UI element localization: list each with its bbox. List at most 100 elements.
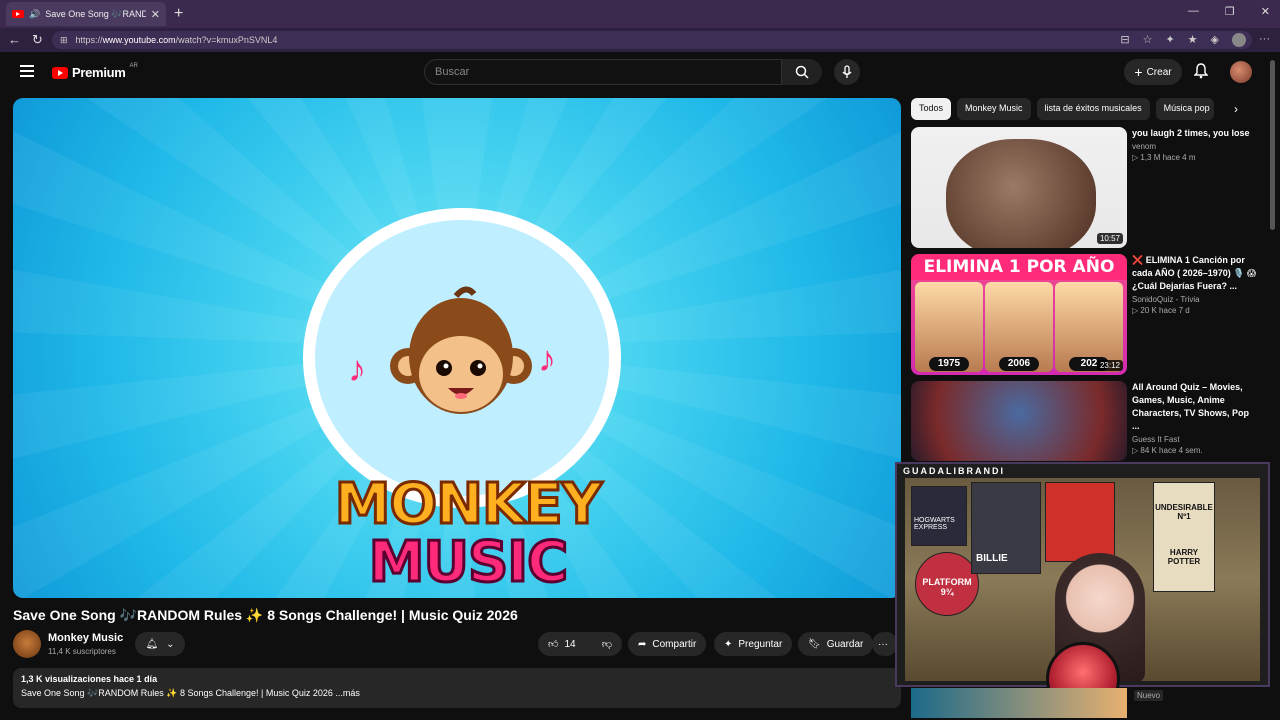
brand-line1: MONKEY xyxy=(333,472,603,537)
url-scheme: https:// xyxy=(75,35,103,45)
user-avatar[interactable] xyxy=(1230,61,1252,83)
reload-icon[interactable]: ↻ xyxy=(32,32,43,48)
new-badge: Nuevo xyxy=(1134,690,1164,701)
rec-meta-1[interactable]: you laugh 2 times, you lose venom ▷ 1,3 … xyxy=(1132,127,1257,162)
notifications-bell-icon[interactable] xyxy=(1193,63,1209,84)
minimize-icon[interactable]: — xyxy=(1188,5,1199,18)
rec-thumbnail-4-partial[interactable] xyxy=(911,688,1127,718)
monkey-music-wordmark: MONKEY MUSIC xyxy=(303,472,633,595)
filter-chips: Todos Monkey Music lista de éxitos music… xyxy=(911,98,1251,120)
save-label: Guardar xyxy=(826,638,864,650)
thumbnail-banner: ELIMINA 1 POR AÑO xyxy=(911,254,1127,280)
rec-thumbnail-1[interactable]: 10:57 xyxy=(911,127,1127,248)
favorites-icon[interactable]: ★ xyxy=(1188,33,1198,47)
ask-label: Preguntar xyxy=(738,638,783,650)
new-tab-icon[interactable]: + xyxy=(174,5,183,23)
browser-tab-active[interactable]: 🔊 Save One Song 🎶RANDOM Rules ✨ 8 Songs … xyxy=(6,2,166,26)
bell-icon: 🔔︎ xyxy=(145,638,159,650)
rec-meta-3[interactable]: All Around Quiz – Movies, Games, Music, … xyxy=(1132,381,1257,455)
like-count: 14 xyxy=(564,638,576,650)
save-button[interactable]: 🔖︎ Guardar xyxy=(798,632,874,656)
restore-icon[interactable]: ❐ xyxy=(1225,5,1235,18)
channel-avatar[interactable] xyxy=(13,630,41,658)
close-window-icon[interactable]: ✕ xyxy=(1261,5,1270,18)
rec-thumbnail-2[interactable]: ELIMINA 1 POR AÑO 1975 2006 202 23:12 xyxy=(911,254,1127,375)
favorite-star-icon[interactable]: ☆ xyxy=(1143,33,1153,47)
music-note-right-icon: ♪ xyxy=(538,338,556,379)
share-button[interactable]: ➦ Compartir xyxy=(628,632,707,656)
voice-search-button[interactable] xyxy=(834,59,860,85)
logo-region: AR xyxy=(129,62,138,69)
like-dislike-group: 👍︎ 14 👎︎ xyxy=(538,632,622,656)
poster-billie: BILLIE xyxy=(971,482,1041,574)
browser-profile-avatar[interactable] xyxy=(1232,33,1246,47)
window-controls: — ❐ ✕ xyxy=(1188,5,1270,18)
ask-button[interactable]: ✦ Preguntar xyxy=(714,632,793,656)
youtube-favicon-icon xyxy=(12,10,24,18)
thumbnail-face xyxy=(946,139,1096,248)
back-arrow-icon[interactable]: ← xyxy=(8,32,21,47)
thumbs-up-icon: 👍︎ xyxy=(548,639,559,650)
plus-icon: + xyxy=(1134,64,1143,80)
create-label: Crear xyxy=(1146,66,1172,78)
streamer-name: GUADALIBRANDI xyxy=(903,466,1005,476)
search-button[interactable] xyxy=(782,59,822,85)
speaker-icon[interactable]: 🔊 xyxy=(29,9,40,20)
rec-channel: SonidoQuiz - Trivia xyxy=(1132,295,1200,304)
thumbs-down-icon: 👎︎ xyxy=(601,639,612,650)
subscription-bell-button[interactable]: 🔔︎ ⌄ xyxy=(135,632,185,656)
poster-undesirable-text: UNDESIRABLE Nº1 xyxy=(1155,503,1213,521)
address-bar-row: ← ↻ ⊞ https://www.youtube.com/watch?v=km… xyxy=(0,28,1280,52)
poster-hogwarts: HOGWARTS EXPRESS xyxy=(911,486,967,546)
rec-title: All Around Quiz – Movies, Games, Music, … xyxy=(1132,382,1250,431)
share-arrow-icon: ➦ xyxy=(638,638,647,650)
tab-close-icon[interactable]: ✕ xyxy=(151,8,160,21)
microphone-icon xyxy=(842,65,852,78)
brand-line2: MUSIC xyxy=(367,530,569,595)
like-button[interactable]: 👍︎ 14 xyxy=(548,638,576,651)
chevron-down-icon: ⌄ xyxy=(166,638,175,650)
monkey-mascot-icon xyxy=(390,286,532,414)
menu-hamburger-icon[interactable] xyxy=(20,65,34,77)
poster-harry-text: HARRY POTTER xyxy=(1167,548,1201,566)
search-input[interactable]: Buscar xyxy=(424,59,782,85)
site-info-icon[interactable]: ⊞ xyxy=(60,35,68,46)
chip-todos[interactable]: Todos xyxy=(911,98,952,120)
url-field[interactable]: ⊞ https://www.youtube.com/watch?v=kmuxPn… xyxy=(52,31,1252,49)
shield-icon[interactable]: ◈ xyxy=(1211,33,1219,47)
extension-icon[interactable]: ✦ xyxy=(1165,33,1174,47)
chip-exitos[interactable]: lista de éxitos musicales xyxy=(1036,98,1150,120)
scrollbar[interactable] xyxy=(1270,60,1275,230)
chip-monkey-music[interactable]: Monkey Music xyxy=(957,98,1031,120)
youtube-logo-icon xyxy=(52,66,68,79)
video-player[interactable]: ♪ ♪ MONKEY MUSIC xyxy=(13,98,901,598)
reader-view-icon[interactable]: ⊟ xyxy=(1120,33,1129,47)
more-icon: ··· xyxy=(878,638,888,650)
rec-title: you laugh 2 times, you lose xyxy=(1132,128,1250,138)
logo-word: Premium xyxy=(72,65,126,80)
share-label: Compartir xyxy=(652,638,697,650)
dislike-button[interactable]: 👎︎ xyxy=(602,638,612,650)
rec-stats: ▷ 84 K hace 4 sem. xyxy=(1132,446,1203,455)
description-box[interactable]: 1,3 K visualizaciones hace 1 día Save On… xyxy=(13,668,901,708)
create-button[interactable]: + Crear xyxy=(1124,59,1182,85)
tab-title: Save One Song 🎶RANDOM Rules ✨ 8 Songs Ch… xyxy=(45,8,146,19)
video-title: Save One Song 🎶RANDOM Rules ✨ 8 Songs Ch… xyxy=(13,607,518,623)
chip-musica-pop[interactable]: Música pop xyxy=(1155,98,1214,120)
rec-channel: venom xyxy=(1132,142,1157,151)
poster-platform: PLATFORM 9¾ xyxy=(915,552,979,616)
rec-meta-2[interactable]: ❌ ELIMINA 1 Canción por cada AÑO ( 2026–… xyxy=(1132,254,1257,315)
channel-name[interactable]: Monkey Music xyxy=(48,632,123,644)
music-note-left-icon: ♪ xyxy=(348,348,366,389)
year-badge: 1975 xyxy=(929,357,969,371)
rec-stats: ▷ 20 K hace 7 d xyxy=(1132,306,1190,315)
duration-badge: 23:12 xyxy=(1096,360,1123,371)
rec-title: ❌ ELIMINA 1 Canción por cada AÑO ( 2026–… xyxy=(1132,255,1257,291)
search-icon xyxy=(795,65,809,79)
rec-thumbnail-3[interactable] xyxy=(911,381,1127,461)
browser-tab-bar: 🔊 Save One Song 🎶RANDOM Rules ✨ 8 Songs … xyxy=(0,0,1280,28)
chevron-right-icon[interactable]: › xyxy=(1234,102,1238,116)
poster-red xyxy=(1045,482,1115,562)
youtube-premium-logo[interactable]: Premium AR xyxy=(52,62,138,80)
browser-menu-icon[interactable]: ··· xyxy=(1259,33,1270,47)
